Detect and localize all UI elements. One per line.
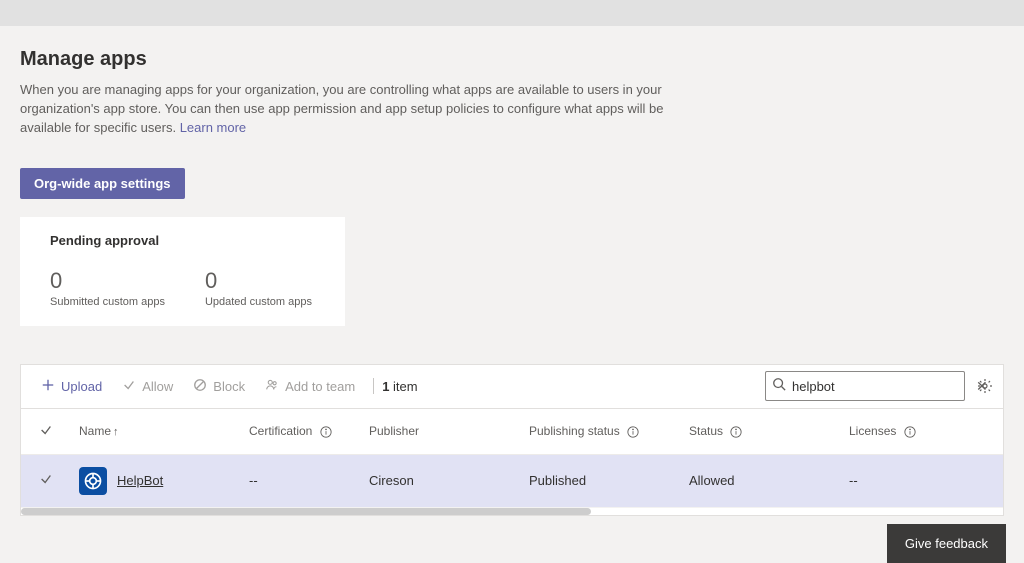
table-header-row: Name↑ Certification Publisher Publishing… — [21, 409, 1003, 455]
add-to-team-label: Add to team — [285, 379, 355, 394]
info-icon[interactable] — [904, 426, 916, 438]
pending-approval-card: Pending approval 0 Submitted custom apps… — [20, 217, 345, 326]
settings-gear-icon[interactable] — [977, 378, 993, 394]
app-icon — [79, 467, 107, 495]
cell-status: Allowed — [681, 454, 841, 507]
item-count-value: 1 — [382, 379, 389, 394]
col-name-label: Name — [79, 424, 111, 438]
sort-ascending-icon: ↑ — [113, 426, 119, 438]
info-icon[interactable] — [320, 426, 332, 438]
learn-more-link[interactable]: Learn more — [180, 120, 246, 135]
table-row[interactable]: HelpBot -- Cireson Published Allowed -- — [21, 454, 1003, 507]
page-description-text: When you are managing apps for your orga… — [20, 82, 664, 135]
toolbar-separator — [373, 378, 374, 394]
upload-button[interactable]: Upload — [31, 365, 112, 408]
page-description: When you are managing apps for your orga… — [20, 81, 680, 138]
col-publishing-status[interactable]: Publishing status — [521, 409, 681, 455]
block-icon — [193, 378, 207, 395]
submitted-count: 0 — [50, 270, 165, 292]
col-publishing-status-label: Publishing status — [529, 424, 620, 438]
block-label: Block — [213, 379, 245, 394]
item-count: 1 item — [382, 379, 417, 394]
page-title: Manage apps — [20, 48, 1004, 71]
upload-label: Upload — [61, 379, 102, 394]
allow-label: Allow — [142, 379, 173, 394]
col-certification[interactable]: Certification — [241, 409, 361, 455]
item-count-label: item — [393, 379, 418, 394]
search-box[interactable]: ✕ — [765, 371, 965, 401]
give-feedback-button[interactable]: Give feedback — [887, 524, 1006, 563]
info-icon[interactable] — [730, 426, 742, 438]
horizontal-scrollbar[interactable] — [21, 507, 1003, 515]
checkmark-icon — [39, 426, 53, 440]
submitted-label: Submitted custom apps — [50, 296, 165, 308]
submitted-metric: 0 Submitted custom apps — [50, 270, 165, 308]
row-select[interactable] — [21, 454, 71, 507]
allow-button: Allow — [112, 365, 183, 408]
select-all-header[interactable] — [21, 409, 71, 455]
col-licenses[interactable]: Licenses — [841, 409, 1003, 455]
col-licenses-label: Licenses — [849, 424, 896, 438]
cell-certification: -- — [241, 454, 361, 507]
updated-count: 0 — [205, 270, 312, 292]
info-icon[interactable] — [627, 426, 639, 438]
col-name[interactable]: Name↑ — [71, 409, 241, 455]
apps-table-container: Upload Allow Block Add to team 1 item — [20, 364, 1004, 516]
plus-icon — [41, 378, 55, 395]
checkmark-icon — [39, 474, 53, 489]
team-icon — [265, 378, 279, 395]
search-icon — [772, 377, 786, 396]
updated-metric: 0 Updated custom apps — [205, 270, 312, 308]
updated-label: Updated custom apps — [205, 296, 312, 308]
add-to-team-button: Add to team — [255, 365, 365, 408]
col-status[interactable]: Status — [681, 409, 841, 455]
pending-approval-title: Pending approval — [50, 233, 321, 248]
cell-licenses: -- — [841, 454, 1003, 507]
cell-publisher: Cireson — [361, 454, 521, 507]
search-input[interactable] — [786, 379, 974, 394]
col-certification-label: Certification — [249, 424, 312, 438]
col-publisher[interactable]: Publisher — [361, 409, 521, 455]
app-name-link[interactable]: HelpBot — [117, 473, 163, 488]
block-button: Block — [183, 365, 255, 408]
checkmark-icon — [122, 378, 136, 395]
org-wide-settings-button[interactable]: Org-wide app settings — [20, 168, 185, 199]
apps-table: Name↑ Certification Publisher Publishing… — [21, 409, 1003, 507]
cell-publishing-status: Published — [521, 454, 681, 507]
table-toolbar: Upload Allow Block Add to team 1 item — [21, 365, 1003, 409]
window-titlebar — [0, 0, 1024, 26]
col-status-label: Status — [689, 424, 723, 438]
